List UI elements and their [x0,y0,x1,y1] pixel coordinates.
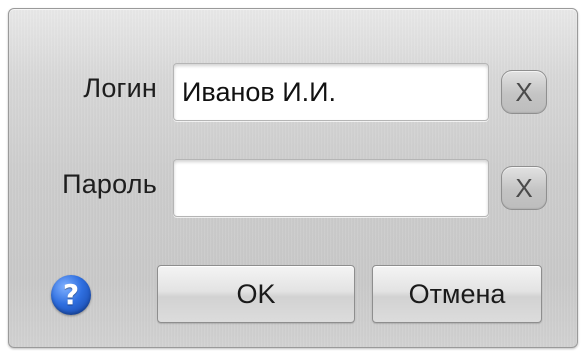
clear-icon: X [515,173,533,203]
cancel-button[interactable]: Отмена [372,265,542,323]
help-glyph: ? [62,278,80,311]
password-label: Пароль [62,169,157,199]
login-input[interactable] [173,63,489,121]
login-label: Логин [83,73,157,103]
login-clear-button[interactable]: X [501,70,547,114]
ok-button[interactable]: OK [157,265,355,323]
password-input[interactable] [173,159,489,217]
clear-icon: X [515,77,533,107]
help-icon[interactable]: ? [51,275,91,315]
password-clear-button[interactable]: X [501,166,547,210]
login-dialog: Логин X Пароль X ? OK Отмена [8,8,578,348]
login-row: Логин X [9,63,577,123]
password-row: Пароль X [9,159,577,219]
